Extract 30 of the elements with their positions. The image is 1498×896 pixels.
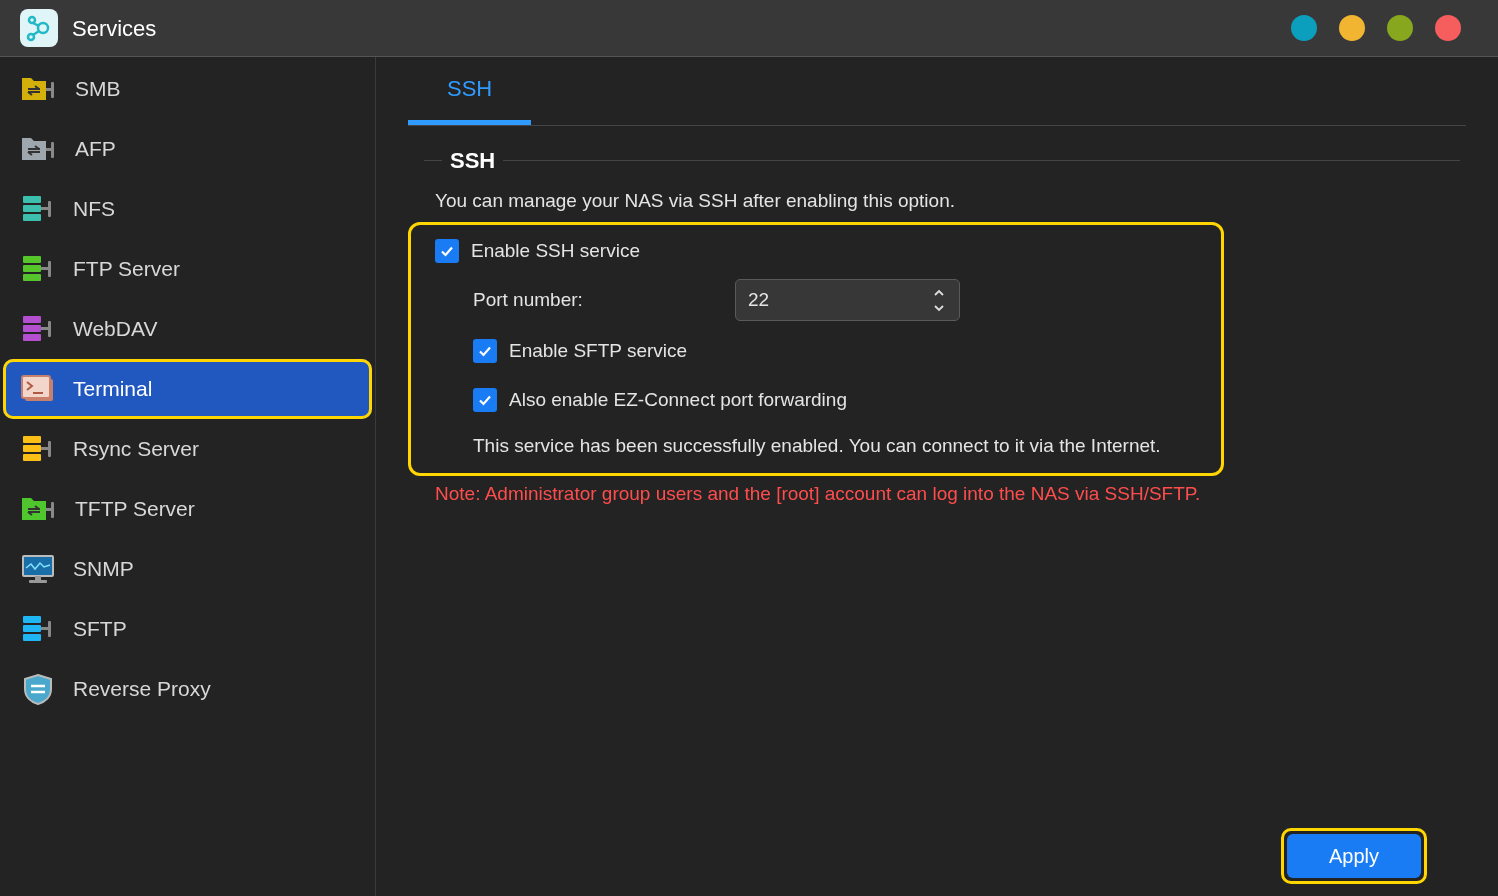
sidebar-item[interactable]: AFP [3, 119, 372, 179]
checkbox-label: Enable SFTP service [509, 339, 688, 363]
sidebar-item[interactable]: FTP Server [3, 239, 372, 299]
section-description: You can manage your NAS via SSH after enabling this option. [435, 189, 956, 213]
sidebar-item[interactable]: Rsync Server [3, 419, 372, 479]
field-label: Port number: [473, 287, 584, 312]
checkbox-label: Also enable EZ-Connect port forwarding [509, 387, 847, 412]
checkbox[interactable] [435, 238, 459, 263]
tab[interactable]: SSH [408, 57, 532, 125]
sidebar-item[interactable]: SFTP [3, 599, 372, 659]
checkbox[interactable] [473, 387, 497, 412]
sidebar-item[interactable]: Reverse Proxy [3, 659, 372, 719]
status-message: This service has been successfully enabled. You can connect to it via the Internet. [473, 434, 1162, 458]
terminal-icon [21, 374, 55, 404]
window-title: Services [72, 14, 157, 43]
port-number-field[interactable]: 22 [735, 279, 960, 321]
shield-icon [21, 673, 55, 705]
sidebar-item[interactable]: Terminal [3, 359, 372, 419]
monitor-icon [21, 554, 55, 584]
sidebar-item[interactable]: SMB [3, 59, 372, 119]
note-text: Note: Administrator group users and the [root] account can log into the NAS via SSH/SFTP. [435, 481, 1202, 506]
sidebar-item[interactable]: SNMP [3, 539, 372, 599]
apply-button[interactable]: Apply [1287, 834, 1421, 878]
section-title: SSH [449, 147, 497, 175]
checkbox-label: Enable SSH service [471, 238, 640, 263]
app-logo-icon [20, 9, 58, 47]
checkbox[interactable] [473, 339, 497, 364]
sidebar-item[interactable]: WebDAV [3, 299, 372, 359]
sidebar-item[interactable]: NFS [3, 179, 372, 239]
sidebar-item[interactable]: TFTP Server [3, 479, 372, 539]
